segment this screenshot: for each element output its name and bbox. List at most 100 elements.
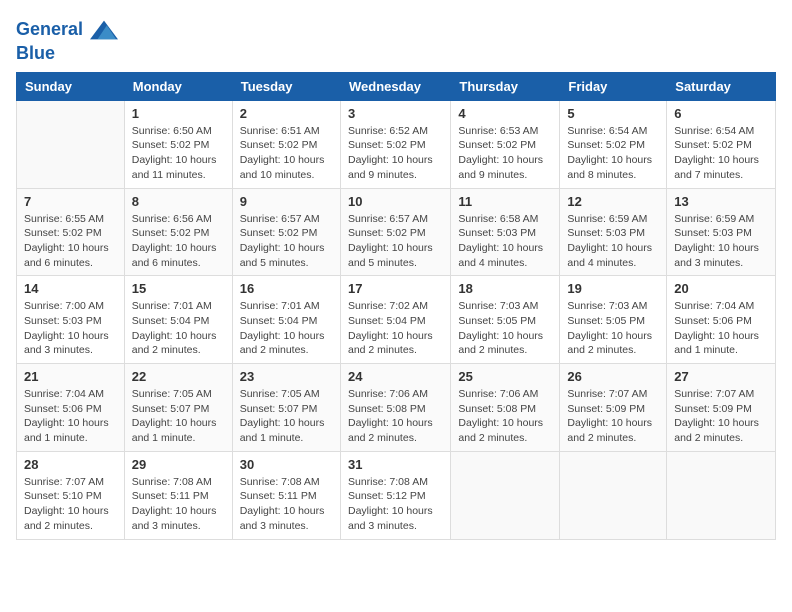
- day-info: Sunrise: 6:57 AM Sunset: 5:02 PM Dayligh…: [240, 212, 333, 271]
- calendar-cell: 2Sunrise: 6:51 AM Sunset: 5:02 PM Daylig…: [232, 100, 340, 188]
- calendar-week-1: 1 Sunrise: 6:50 AM Sunset: 5:02 PM Daylig…: [17, 100, 776, 188]
- header-sunday: Sunday: [17, 72, 125, 100]
- day-number: 7: [24, 194, 117, 209]
- day-number: 28: [24, 457, 117, 472]
- day-number: 25: [458, 369, 552, 384]
- day-info: Sunrise: 6:51 AM Sunset: 5:02 PM Dayligh…: [240, 124, 333, 183]
- header-monday: Monday: [124, 72, 232, 100]
- calendar-cell: 16 Sunrise: 7:01 AM Sunset: 5:04 PM Dayli…: [232, 276, 340, 364]
- calendar-cell: 8 Sunrise: 6:56 AM Sunset: 5:02 PM Daylig…: [124, 188, 232, 276]
- day-number: 11: [458, 194, 552, 209]
- day-info: Sunrise: 6:55 AM Sunset: 5:02 PM Dayligh…: [24, 212, 117, 271]
- day-number: 12: [567, 194, 659, 209]
- calendar-cell: 15 Sunrise: 7:01 AM Sunset: 5:04 PM Dayli…: [124, 276, 232, 364]
- calendar-cell: 9 Sunrise: 6:57 AM Sunset: 5:02 PM Daylig…: [232, 188, 340, 276]
- day-info: Sunrise: 7:06 AM Sunset: 5:08 PM Dayligh…: [348, 387, 443, 446]
- day-info: Sunrise: 7:08 AM Sunset: 5:11 PM Dayligh…: [132, 475, 225, 534]
- calendar-body: 1 Sunrise: 6:50 AM Sunset: 5:02 PM Daylig…: [17, 100, 776, 539]
- calendar-cell: 25 Sunrise: 7:06 AM Sunset: 5:08 PM Dayli…: [451, 364, 560, 452]
- day-info: Sunrise: 7:04 AM Sunset: 5:06 PM Dayligh…: [24, 387, 117, 446]
- calendar-week-3: 14 Sunrise: 7:00 AM Sunset: 5:03 PM Dayli…: [17, 276, 776, 364]
- day-number: 26: [567, 369, 659, 384]
- calendar-cell: 10 Sunrise: 6:57 AM Sunset: 5:02 PM Dayli…: [340, 188, 450, 276]
- calendar-cell: 27 Sunrise: 7:07 AM Sunset: 5:09 PM Dayli…: [667, 364, 776, 452]
- day-number: 21: [24, 369, 117, 384]
- day-info: Sunrise: 6:56 AM Sunset: 5:02 PM Dayligh…: [132, 212, 225, 271]
- day-number: 27: [674, 369, 768, 384]
- day-info: Sunrise: 7:07 AM Sunset: 5:09 PM Dayligh…: [674, 387, 768, 446]
- day-number: 18: [458, 281, 552, 296]
- day-info: Sunrise: 7:01 AM Sunset: 5:04 PM Dayligh…: [240, 299, 333, 358]
- calendar-cell: [17, 100, 125, 188]
- day-number: 9: [240, 194, 333, 209]
- calendar-header-row: SundayMondayTuesdayWednesdayThursdayFrid…: [17, 72, 776, 100]
- calendar-cell: 6Sunrise: 6:54 AM Sunset: 5:02 PM Daylig…: [667, 100, 776, 188]
- calendar-cell: 4Sunrise: 6:53 AM Sunset: 5:02 PM Daylig…: [451, 100, 560, 188]
- calendar-week-2: 7 Sunrise: 6:55 AM Sunset: 5:02 PM Daylig…: [17, 188, 776, 276]
- calendar-table: SundayMondayTuesdayWednesdayThursdayFrid…: [16, 72, 776, 540]
- header-saturday: Saturday: [667, 72, 776, 100]
- calendar-cell: [667, 451, 776, 539]
- calendar-cell: 20 Sunrise: 7:04 AM Sunset: 5:06 PM Dayli…: [667, 276, 776, 364]
- calendar-cell: 28Sunrise: 7:07 AM Sunset: 5:10 PM Dayli…: [17, 451, 125, 539]
- logo-text: General: [16, 16, 118, 44]
- day-number: 13: [674, 194, 768, 209]
- logo-icon: [90, 16, 118, 44]
- day-info: Sunrise: 6:59 AM Sunset: 5:03 PM Dayligh…: [674, 212, 768, 271]
- logo-general: General: [16, 19, 83, 39]
- day-info: Sunrise: 6:54 AM Sunset: 5:02 PM Dayligh…: [567, 124, 659, 183]
- day-number: 8: [132, 194, 225, 209]
- day-info: Sunrise: 6:58 AM Sunset: 5:03 PM Dayligh…: [458, 212, 552, 271]
- day-info: Sunrise: 7:05 AM Sunset: 5:07 PM Dayligh…: [132, 387, 225, 446]
- day-info: Sunrise: 7:04 AM Sunset: 5:06 PM Dayligh…: [674, 299, 768, 358]
- day-number: 1: [132, 106, 225, 121]
- day-info: Sunrise: 7:08 AM Sunset: 5:11 PM Dayligh…: [240, 475, 333, 534]
- calendar-cell: [451, 451, 560, 539]
- calendar-cell: 21 Sunrise: 7:04 AM Sunset: 5:06 PM Dayli…: [17, 364, 125, 452]
- header-thursday: Thursday: [451, 72, 560, 100]
- day-number: 10: [348, 194, 443, 209]
- day-number: 16: [240, 281, 333, 296]
- day-number: 17: [348, 281, 443, 296]
- day-number: 20: [674, 281, 768, 296]
- calendar-cell: 18Sunrise: 7:03 AM Sunset: 5:05 PM Dayli…: [451, 276, 560, 364]
- calendar-cell: [560, 451, 667, 539]
- calendar-cell: 19Sunrise: 7:03 AM Sunset: 5:05 PM Dayli…: [560, 276, 667, 364]
- calendar-cell: 7 Sunrise: 6:55 AM Sunset: 5:02 PM Daylig…: [17, 188, 125, 276]
- logo: General Blue: [16, 16, 118, 64]
- calendar-cell: 29 Sunrise: 7:08 AM Sunset: 5:11 PM Dayli…: [124, 451, 232, 539]
- day-info: Sunrise: 6:50 AM Sunset: 5:02 PM Dayligh…: [132, 124, 225, 183]
- day-number: 22: [132, 369, 225, 384]
- calendar-cell: 26 Sunrise: 7:07 AM Sunset: 5:09 PM Dayli…: [560, 364, 667, 452]
- calendar-cell: 31 Sunrise: 7:08 AM Sunset: 5:12 PM Dayli…: [340, 451, 450, 539]
- day-number: 14: [24, 281, 117, 296]
- calendar-cell: 13 Sunrise: 6:59 AM Sunset: 5:03 PM Dayli…: [667, 188, 776, 276]
- day-number: 30: [240, 457, 333, 472]
- day-number: 31: [348, 457, 443, 472]
- header-tuesday: Tuesday: [232, 72, 340, 100]
- day-info: Sunrise: 7:08 AM Sunset: 5:12 PM Dayligh…: [348, 475, 443, 534]
- day-info: Sunrise: 7:00 AM Sunset: 5:03 PM Dayligh…: [24, 299, 117, 358]
- calendar-cell: 17Sunrise: 7:02 AM Sunset: 5:04 PM Dayli…: [340, 276, 450, 364]
- day-number: 23: [240, 369, 333, 384]
- day-number: 4: [458, 106, 552, 121]
- day-info: Sunrise: 7:03 AM Sunset: 5:05 PM Dayligh…: [567, 299, 659, 358]
- logo-blue: Blue: [16, 44, 118, 64]
- calendar-cell: 14 Sunrise: 7:00 AM Sunset: 5:03 PM Dayli…: [17, 276, 125, 364]
- day-info: Sunrise: 7:06 AM Sunset: 5:08 PM Dayligh…: [458, 387, 552, 446]
- page-header: General Blue: [16, 16, 776, 64]
- header-wednesday: Wednesday: [340, 72, 450, 100]
- day-number: 29: [132, 457, 225, 472]
- calendar-cell: 12Sunrise: 6:59 AM Sunset: 5:03 PM Dayli…: [560, 188, 667, 276]
- day-number: 15: [132, 281, 225, 296]
- calendar-week-4: 21 Sunrise: 7:04 AM Sunset: 5:06 PM Dayli…: [17, 364, 776, 452]
- day-info: Sunrise: 6:52 AM Sunset: 5:02 PM Dayligh…: [348, 124, 443, 183]
- header-friday: Friday: [560, 72, 667, 100]
- calendar-cell: 30 Sunrise: 7:08 AM Sunset: 5:11 PM Dayli…: [232, 451, 340, 539]
- day-info: Sunrise: 6:57 AM Sunset: 5:02 PM Dayligh…: [348, 212, 443, 271]
- day-info: Sunrise: 7:07 AM Sunset: 5:09 PM Dayligh…: [567, 387, 659, 446]
- day-info: Sunrise: 7:01 AM Sunset: 5:04 PM Dayligh…: [132, 299, 225, 358]
- day-info: Sunrise: 7:05 AM Sunset: 5:07 PM Dayligh…: [240, 387, 333, 446]
- day-number: 6: [674, 106, 768, 121]
- calendar-cell: 24Sunrise: 7:06 AM Sunset: 5:08 PM Dayli…: [340, 364, 450, 452]
